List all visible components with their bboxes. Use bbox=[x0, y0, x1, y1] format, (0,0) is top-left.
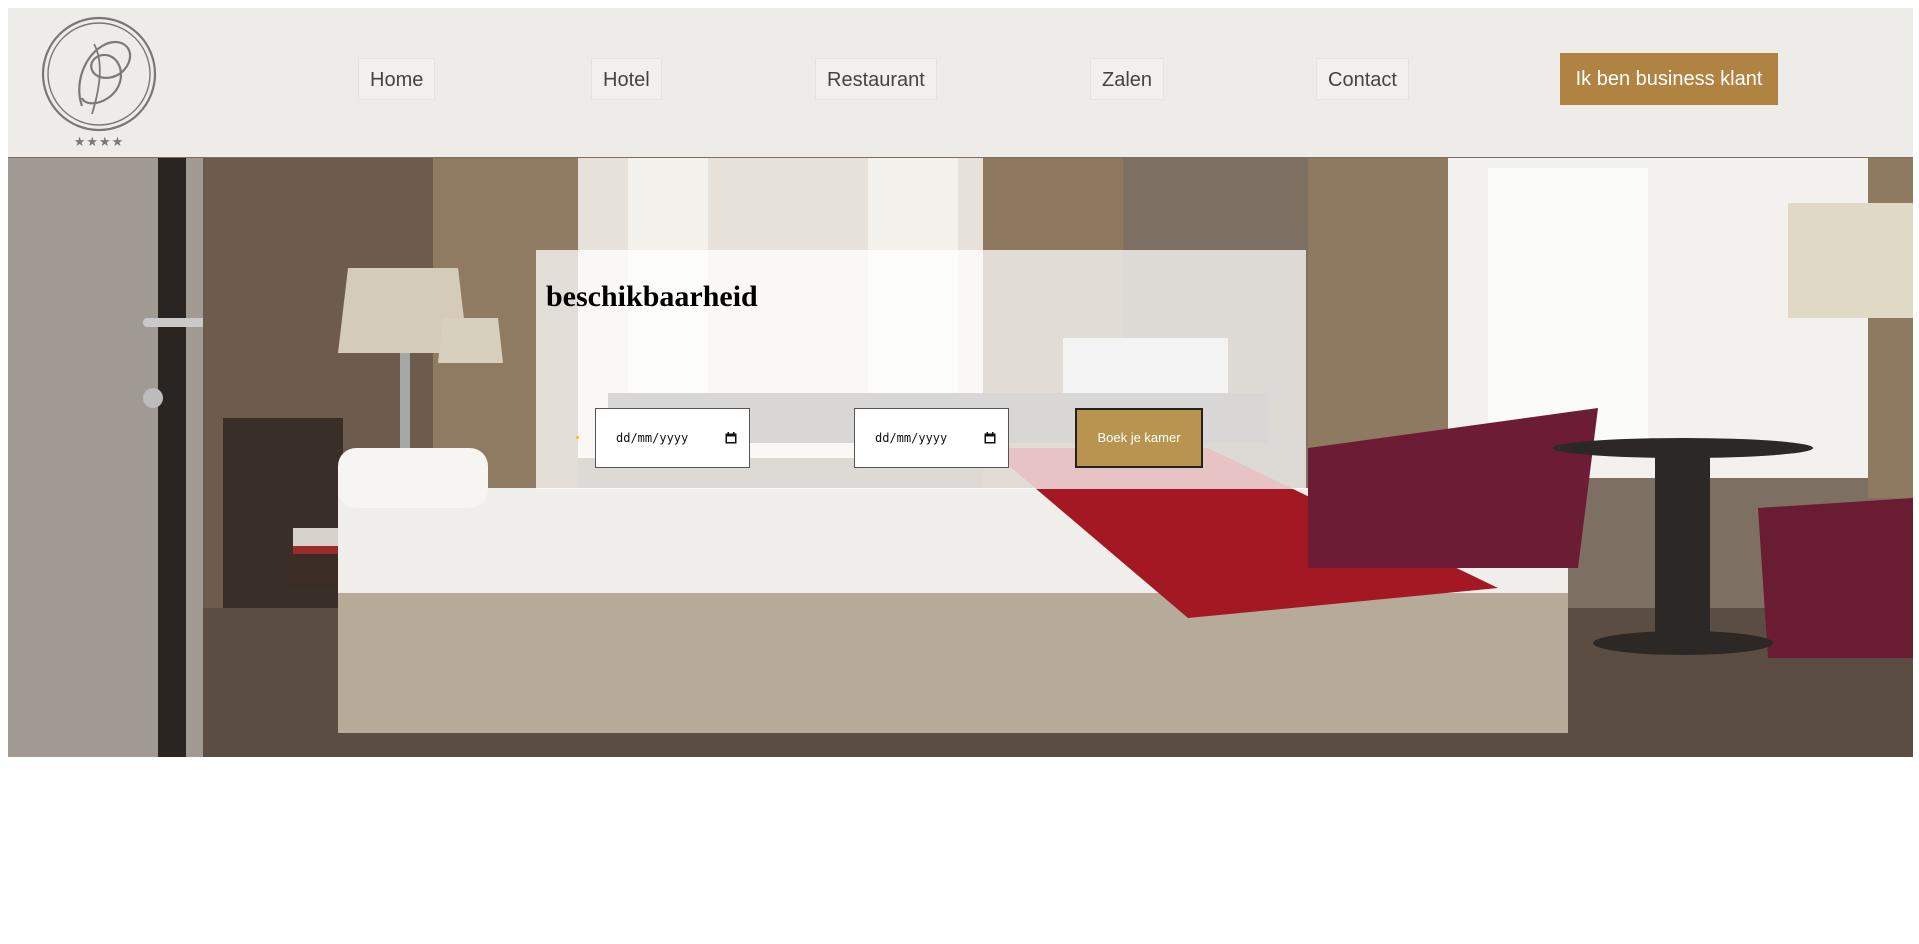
checkin-date-input[interactable]: dd/mm/yyyy bbox=[595, 408, 750, 468]
logo-stars: ★★★★ bbox=[73, 135, 125, 150]
nav-contact-link[interactable]: Contact bbox=[1316, 58, 1409, 100]
checkout-date-input[interactable]: dd/mm/yyyy bbox=[854, 408, 1009, 468]
hero-section: ★★★★ Home Hotel Restaurant Zalen Contact… bbox=[8, 8, 1913, 757]
nav-hotel-link[interactable]: Hotel bbox=[591, 58, 662, 100]
availability-title: beschikbaarheid bbox=[546, 280, 758, 313]
hotel-logo[interactable]: ★★★★ bbox=[34, 14, 164, 154]
calendar-icon[interactable] bbox=[984, 432, 996, 444]
nav-home-link[interactable]: Home bbox=[358, 58, 436, 100]
calendar-icon[interactable] bbox=[725, 432, 737, 444]
book-room-button[interactable]: Boek je kamer bbox=[1075, 408, 1203, 468]
site-header: ★★★★ Home Hotel Restaurant Zalen Contact… bbox=[8, 8, 1913, 157]
decorative-dot bbox=[576, 436, 579, 439]
nav-zalen-link[interactable]: Zalen bbox=[1090, 58, 1165, 100]
page: ★★★★ Home Hotel Restaurant Zalen Contact… bbox=[0, 0, 1919, 944]
nav-restaurant-link[interactable]: Restaurant bbox=[815, 58, 937, 100]
checkout-date-placeholder: dd/mm/yyyy bbox=[875, 431, 948, 445]
checkin-date-placeholder: dd/mm/yyyy bbox=[616, 431, 689, 445]
logo-emblem-icon bbox=[41, 16, 157, 132]
availability-panel: beschikbaarheid dd/mm/yyyy dd/mm/yyyy Bo… bbox=[536, 250, 1306, 489]
business-client-button[interactable]: Ik ben business klant bbox=[1560, 53, 1778, 105]
